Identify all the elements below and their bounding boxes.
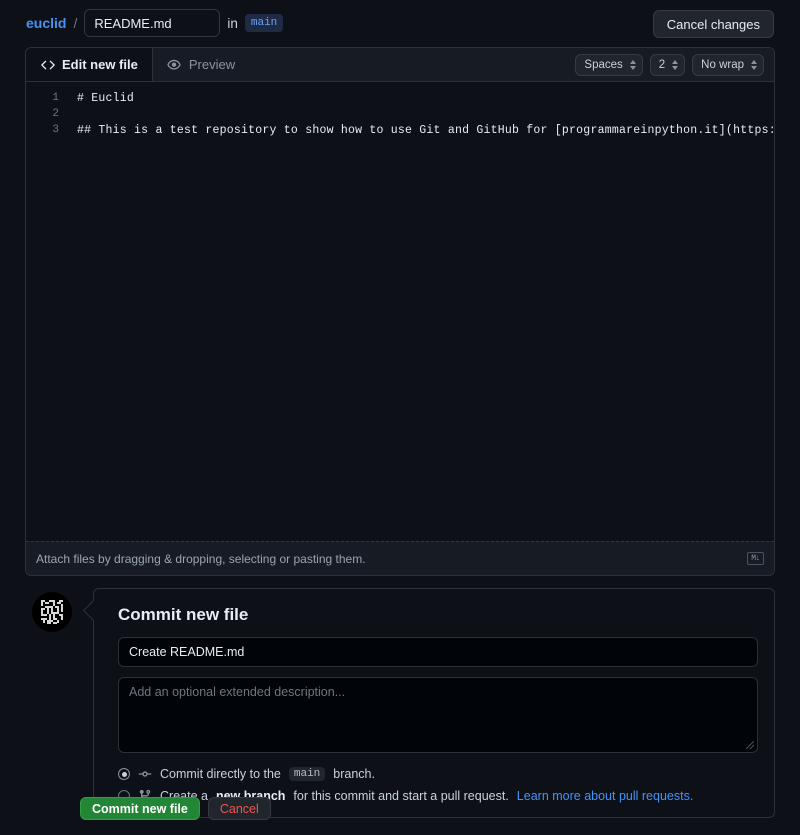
attach-files-bar[interactable]: Attach files by dragging & dropping, sel…: [26, 541, 774, 575]
tab-edit-new-file-label: Edit new file: [62, 57, 138, 72]
radio-commit-directly[interactable]: [118, 768, 130, 780]
indent-size-select[interactable]: 2: [649, 53, 686, 76]
commit-form-title: Commit new file: [118, 605, 249, 624]
wrap-mode-value: No wrap: [701, 58, 744, 71]
page-root: euclid / README.md in main Cancel change…: [0, 0, 800, 835]
cancel-button[interactable]: Cancel: [207, 797, 271, 820]
code-editor[interactable]: 1 # Euclid 2 3 ## This is a test reposit…: [26, 82, 774, 542]
pull-request-learn-more-link[interactable]: Learn more about pull requests.: [517, 789, 694, 803]
indent-mode-select[interactable]: Spaces: [575, 53, 643, 76]
commit-option-direct-text-after: branch.: [333, 767, 375, 781]
resize-handle[interactable]: [746, 741, 754, 749]
commit-option-branch-chip: main: [288, 767, 326, 781]
commit-new-file-button[interactable]: Commit new file: [80, 797, 200, 820]
commit-option-new-branch-text-after: for this commit and start a pull request…: [293, 789, 509, 803]
chevron-updown-icon: [629, 59, 637, 71]
line-content: ## This is a test repository to show how…: [77, 123, 774, 137]
cancel-changes-button[interactable]: Cancel changes: [652, 10, 774, 38]
line-content: # Euclid: [77, 91, 135, 105]
in-label: in: [227, 15, 238, 31]
editor-tabbar: Edit new file Preview Spaces 2 No wrap: [26, 48, 774, 82]
commit-description-textarea[interactable]: Add an optional extended description...: [118, 677, 758, 753]
indent-mode-value: Spaces: [584, 58, 623, 71]
breadcrumb-repo-link[interactable]: euclid: [26, 15, 66, 31]
editor-controls: Spaces 2 No wrap: [575, 48, 774, 81]
code-line: 3 ## This is a test repository to show h…: [26, 122, 774, 138]
chevron-updown-icon: [750, 59, 758, 71]
breadcrumb-separator: /: [73, 15, 78, 31]
code-icon: [40, 57, 55, 72]
tab-edit-new-file[interactable]: Edit new file: [26, 48, 153, 81]
code-line: 1 # Euclid: [26, 90, 774, 106]
avatar: [32, 592, 72, 632]
commit-message-input[interactable]: Create README.md: [118, 637, 758, 667]
wrap-mode-select[interactable]: No wrap: [692, 53, 764, 76]
attach-files-label: Attach files by dragging & dropping, sel…: [36, 551, 366, 566]
filename-input[interactable]: README.md: [84, 9, 221, 37]
eye-icon: [167, 57, 182, 72]
branch-chip: main: [244, 14, 284, 32]
commit-option-direct-text-before: Commit directly to the: [160, 767, 281, 781]
chevron-updown-icon: [671, 59, 679, 71]
editor-header: euclid / README.md in main Cancel change…: [0, 0, 800, 46]
commit-actions: Commit new file Cancel: [80, 797, 271, 820]
tab-preview-label: Preview: [188, 57, 236, 72]
tab-preview[interactable]: Preview: [153, 48, 249, 81]
breadcrumb: euclid / README.md in main: [26, 9, 284, 37]
commit-form: Commit new file Create README.md Add an …: [93, 588, 775, 818]
commit-option-direct[interactable]: Commit directly to the main branch.: [118, 767, 758, 781]
code-line: 2: [26, 106, 774, 122]
line-number: 1: [52, 92, 59, 104]
line-number: 2: [52, 108, 59, 120]
git-commit-icon: [138, 767, 152, 781]
line-number: 3: [52, 124, 59, 136]
markdown-icon: M↓: [747, 552, 764, 565]
indent-size-value: 2: [658, 58, 666, 71]
editor-panel: Edit new file Preview Spaces 2 No wrap 1…: [25, 47, 775, 576]
